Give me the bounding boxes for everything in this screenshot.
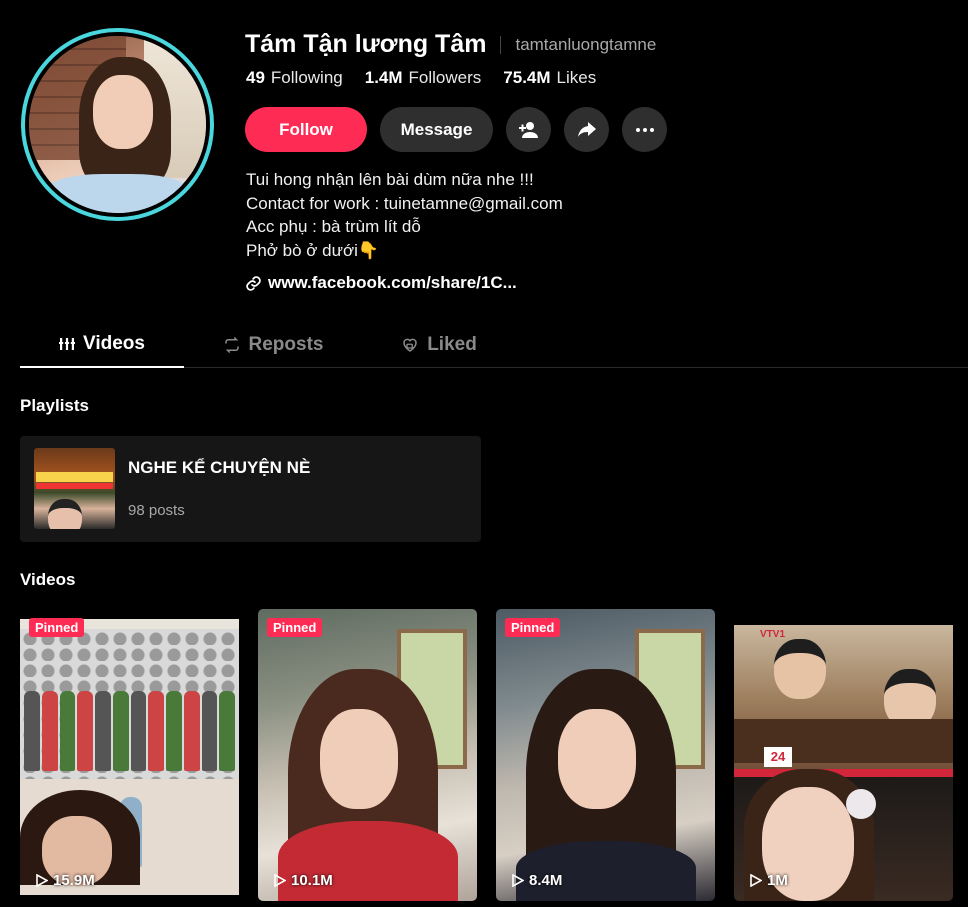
view-count-value: 8.4M — [529, 872, 563, 889]
playlist-post-count: 98 posts — [128, 502, 185, 519]
tab-label: Videos — [83, 333, 145, 354]
view-count: 1M — [750, 872, 788, 889]
pinned-badge: Pinned — [267, 618, 323, 637]
tab-label: Reposts — [248, 334, 324, 355]
tab-reposts[interactable]: Reposts — [184, 322, 362, 368]
pinned-badge: Pinned — [29, 618, 85, 637]
divider — [500, 35, 502, 54]
share-icon — [577, 121, 596, 137]
likes-count: 75.4M — [503, 68, 551, 87]
bio-line: Acc phụ : bà trùm lít dỗ — [246, 217, 421, 236]
video-card[interactable]: Pinned 8.4M — [496, 609, 715, 901]
video-card[interactable]: Pinned 15.9M — [20, 609, 239, 901]
add-friend-button[interactable] — [506, 107, 551, 152]
play-icon — [512, 874, 524, 887]
video-card[interactable]: VTV1 24 1M — [734, 609, 953, 901]
display-name: Tám Tận lương Tâm — [245, 30, 487, 58]
profile-stats: 49 Following 1.4M Followers 75.4M Likes — [246, 68, 596, 88]
pinned-badge: Pinned — [505, 618, 561, 637]
playlist-name: NGHE KỂ CHUYỆN NÈ — [128, 458, 311, 477]
username: tamtanluongtamne — [515, 34, 657, 54]
add-friend-icon — [518, 121, 538, 138]
bio: Tui hong nhận lên bài dùm nữa nhe !!! Co… — [246, 168, 563, 262]
playlists-heading: Playlists — [20, 396, 89, 415]
channel-badge: 24 — [764, 747, 792, 767]
follow-button[interactable]: Follow — [245, 107, 367, 152]
likes-stat: 75.4M Likes — [503, 68, 596, 88]
videos-heading: Videos — [20, 570, 76, 589]
tab-videos[interactable]: Videos — [20, 322, 184, 368]
playlist-thumbnail — [34, 448, 115, 529]
view-count-value: 1M — [767, 872, 788, 889]
followers-stat[interactable]: 1.4M Followers — [365, 68, 482, 88]
play-icon — [36, 874, 48, 887]
repost-icon — [224, 336, 239, 354]
tab-label: Liked — [427, 334, 477, 355]
share-button[interactable] — [564, 107, 609, 152]
profile-actions: Follow Message — [245, 107, 667, 152]
profile-link[interactable]: www.facebook.com/share/1C... — [245, 273, 517, 293]
tab-liked[interactable]: Liked — [374, 322, 504, 368]
message-button[interactable]: Message — [380, 107, 493, 152]
view-count: 10.1M — [274, 872, 333, 889]
play-icon — [750, 874, 762, 887]
followers-count: 1.4M — [364, 68, 403, 87]
video-thumbnail — [20, 619, 239, 895]
profile-title-row: Tám Tận lương Tâm tamtanluongtamne — [245, 30, 656, 59]
view-count-value: 15.9M — [53, 872, 95, 889]
channel-logo: VTV1 — [760, 629, 786, 640]
bio-line: Contact for work : tuinetamne@gmail.com — [246, 193, 563, 213]
followers-label: Followers — [408, 68, 482, 87]
view-count-value: 10.1M — [291, 872, 333, 889]
bio-line: Tui hong nhận lên bài dùm nữa nhe !!! — [246, 170, 534, 189]
following-label: Following — [270, 68, 343, 87]
videos-grid-icon — [59, 338, 76, 350]
avatar[interactable] — [21, 28, 214, 221]
following-stat[interactable]: 49 Following — [246, 68, 343, 88]
video-card[interactable]: Pinned 10.1M — [258, 609, 477, 901]
likes-label: Likes — [556, 68, 597, 87]
bio-line: Phở bò ở dưới👇 — [246, 240, 380, 260]
following-count: 49 — [246, 68, 265, 87]
liked-icon — [403, 338, 417, 352]
more-icon — [635, 127, 654, 132]
link-text: www.facebook.com/share/1C... — [268, 273, 517, 292]
playlist-card[interactable]: NGHE KỂ CHUYỆN NÈ 98 posts — [20, 436, 481, 542]
view-count: 8.4M — [512, 872, 562, 889]
avatar-image — [29, 36, 206, 213]
profile-tabs: Videos Reposts Liked — [20, 322, 968, 368]
more-button[interactable] — [622, 107, 667, 152]
play-icon — [274, 874, 286, 887]
link-icon — [246, 275, 261, 291]
view-count: 15.9M — [36, 872, 95, 889]
